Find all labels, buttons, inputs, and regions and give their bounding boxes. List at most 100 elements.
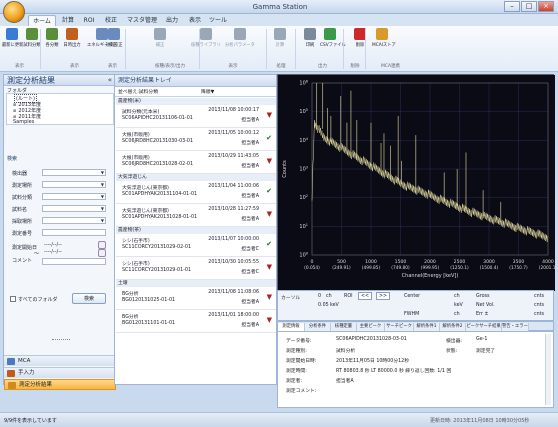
dropdown-arrow-icon[interactable]: ▼ <box>101 194 104 200</box>
tab-3[interactable]: 校正 <box>100 15 122 26</box>
table-row[interactable]: 大根(市販用) SC06JRD8HC20131030-03-01 2013/11/0… <box>116 128 276 151</box>
flag-icon[interactable]: ▼ <box>267 293 272 301</box>
table-row[interactable]: シシ(石手市) SC11CORCY20131029-01-01 2013/10/30… <box>116 257 276 280</box>
ribbon-group-label: MCA連携 <box>380 64 401 69</box>
info-tab-7[interactable]: ピークサーチ結果 <box>466 323 502 331</box>
efficiency-calibration-button[interactable]: 効率校正 <box>104 28 124 62</box>
sample-name: 大気浮遊じん(東京都) <box>122 209 169 214</box>
roi-next-button[interactable]: >> <box>376 292 390 300</box>
flag-icon[interactable]: ▼ <box>267 263 272 271</box>
delete-button[interactable]: 削除 <box>350 28 370 62</box>
tray-group-header[interactable]: 農産物(茶) <box>116 227 276 234</box>
flag-icon[interactable]: ▼ <box>267 157 272 165</box>
info-tab-2[interactable]: 核種定量 <box>331 323 357 331</box>
table-row[interactable]: BG分析 BG0120131101-01-01 2013/11/01 18:00:0… <box>116 310 276 333</box>
datetime-button[interactable]: 日時出力 <box>62 28 82 62</box>
correction-button[interactable]: 補正 <box>150 28 170 62</box>
tab-6[interactable]: 表示 <box>185 15 205 26</box>
table-row[interactable]: BG分析 BG0120131025-01-01 2013/11/08 11:08:0… <box>116 287 276 310</box>
x-tick-energy-label: (2001.1) <box>539 265 555 271</box>
sort-label[interactable]: 並べ替え:試料分類 <box>118 89 158 97</box>
tab-4[interactable]: マスタ管理 <box>125 15 159 26</box>
csv-button[interactable]: CSVファイル <box>320 28 346 62</box>
start-date-from[interactable]: ----/--/-- <box>42 242 96 249</box>
minimize-button[interactable]: – <box>504 1 520 12</box>
tab-1[interactable]: 計算 <box>58 15 78 26</box>
calendar-button[interactable] <box>98 241 106 249</box>
search-field-combo[interactable]: ▼ <box>42 193 106 200</box>
all-folders-checkbox[interactable] <box>10 296 16 302</box>
search-button[interactable]: 検索 <box>72 293 106 304</box>
nav-manual-input[interactable]: 手入力 <box>4 367 116 378</box>
mca-store-button[interactable]: MCAIストア <box>372 28 396 62</box>
table-row[interactable]: 試料分類(元本米) SC06APIDHC20131106-01-01 2013/11… <box>116 105 276 128</box>
tab-0[interactable]: ホーム <box>28 15 56 26</box>
sort-order[interactable]: 降順▼ <box>201 89 214 97</box>
check-icon[interactable]: ✔ <box>266 240 272 248</box>
flag-icon[interactable]: ▼ <box>267 316 272 324</box>
comment-input[interactable] <box>42 258 106 265</box>
info-value: 担当者A <box>336 379 354 384</box>
info-tab-1[interactable]: 分析条件 <box>305 323 331 331</box>
tray-group-header[interactable]: 大気浮遊じん <box>116 174 276 181</box>
check-icon[interactable]: ✔ <box>266 187 272 195</box>
info-tab-0[interactable]: 測定情報 <box>278 323 305 331</box>
search-field-combo[interactable]: ▼ <box>42 181 106 188</box>
fwhm-label: FWHM <box>404 312 420 317</box>
search-field-combo[interactable]: ▼ <box>42 205 106 212</box>
search-field-combo[interactable]: ▼ <box>42 169 106 176</box>
check-icon[interactable]: ✔ <box>266 134 272 142</box>
flag-icon[interactable]: ▼ <box>267 210 272 218</box>
info-tabs: 測定情報 分析条件 核種定量 主要ピーク サーチピーク 解析条件1 解析条件2 ピークサーチ結… <box>277 321 554 331</box>
tray-group-header[interactable]: 農産物(米) <box>116 98 276 105</box>
info-tab-4[interactable]: サーチピーク <box>385 323 414 331</box>
dropdown-arrow-icon[interactable]: ▼ <box>101 170 104 176</box>
sample-id: BG0120131025-01-01 <box>122 298 176 303</box>
calendar-button[interactable] <box>98 249 106 257</box>
info-tab-5[interactable]: 解析条件1 <box>414 323 440 331</box>
each-category-button[interactable]: 各分類 <box>42 28 62 62</box>
flag-icon[interactable]: ▼ <box>267 111 272 119</box>
tray-group-header[interactable]: 土壌 <box>116 280 276 287</box>
search-field-combo[interactable]: ▼ <box>42 217 106 224</box>
collapse-left-icon[interactable]: « <box>108 75 112 86</box>
table-row[interactable]: シシ(石手市) SC11CORCY20131029-02-01 2013/11/07… <box>116 234 276 257</box>
dropdown-arrow-icon[interactable]: ▼ <box>101 182 104 188</box>
quick-access-toolbar[interactable] <box>40 2 90 11</box>
application-menu-orb[interactable] <box>3 1 25 23</box>
analysis-param-button[interactable]: 分析パラメータ <box>220 28 260 62</box>
csv-icon <box>324 28 336 40</box>
info-tab-6[interactable]: 解析条件2 <box>440 323 466 331</box>
tree-item[interactable]: Samples <box>13 119 34 125</box>
maximize-button[interactable]: □ <box>521 1 537 12</box>
splitter-grip[interactable] <box>52 339 70 341</box>
info-scrollbar[interactable] <box>545 334 551 405</box>
energy-unit: keV <box>330 303 339 308</box>
close-button[interactable]: × <box>538 1 554 12</box>
table-row[interactable]: 大根(市販用) SC06JRD8HC20131028-02-01 2013/10/2… <box>116 151 276 174</box>
search-title: 検索 <box>7 156 18 162</box>
tab-5[interactable]: 出力 <box>160 15 184 26</box>
tab-2[interactable]: ROI <box>79 15 99 26</box>
table-row[interactable]: 大気浮遊じん(東京都) SC01APDHYAK20131028-01-01 2013… <box>116 204 276 227</box>
calculate-button[interactable]: 計算 <box>270 28 290 62</box>
ribbon-group-label: 表示 <box>108 64 117 69</box>
spectrum-plot[interactable]: 1001011021031041051060(0.054)500(249.91)… <box>278 75 555 291</box>
tab-7[interactable]: ツール <box>206 15 230 26</box>
start-date-to[interactable]: ----/--/-- <box>42 249 96 256</box>
refresh-button[interactable]: 最新に更新 <box>2 28 23 62</box>
dropdown-arrow-icon[interactable]: ▼ <box>101 218 104 224</box>
info-tab-8[interactable]: 警告・エラー <box>502 323 529 331</box>
roi-prev-button[interactable]: << <box>358 292 372 300</box>
table-row[interactable]: 大気浮遊じん(東京都) SC01APDHYAK20131104-01-01 2013… <box>116 181 276 204</box>
category-button[interactable]: 試料分類 <box>22 28 42 62</box>
operator: 担当者A <box>241 164 259 169</box>
print-button[interactable]: 印刷 <box>300 28 320 62</box>
info-tab-3[interactable]: 主要ピーク <box>357 323 385 331</box>
dropdown-arrow-icon[interactable]: ▼ <box>101 206 104 212</box>
group-separator <box>365 29 366 69</box>
spectrum-chart[interactable]: 100 101 102 103 104 105 106 0 (0.054) 500 (249.91)… <box>277 74 555 291</box>
nav-results[interactable]: 測定分析結果 <box>4 379 116 390</box>
measurement-number-input[interactable] <box>42 229 106 236</box>
nav-mca[interactable]: MCA <box>4 355 116 366</box>
